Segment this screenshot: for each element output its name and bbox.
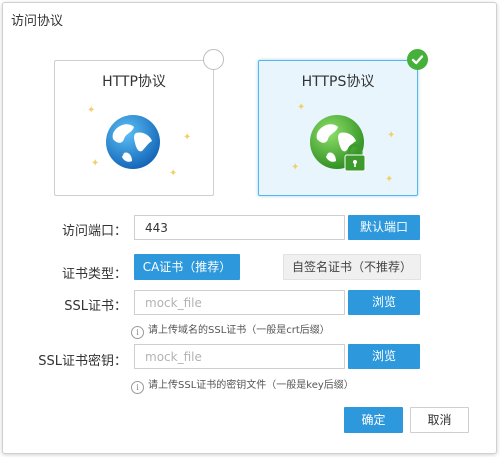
ssl-cert-browse-button[interactable]: 浏览 [348, 290, 420, 315]
http-radio-unchecked-icon[interactable] [203, 49, 224, 70]
default-port-button[interactable]: 默认端口 [348, 215, 420, 240]
port-input[interactable] [134, 215, 345, 240]
sparkle-icon: ✦ [297, 102, 306, 113]
ssl-cert-hint: i 请上传域名的SSL证书（一般是crt后缀） [131, 321, 330, 339]
cancel-button[interactable]: 取消 [410, 407, 469, 433]
sparkle-icon: ✦ [291, 162, 300, 173]
confirm-button[interactable]: 确定 [344, 407, 403, 433]
ssl-key-browse-button[interactable]: 浏览 [348, 344, 420, 369]
https-card-title: HTTPS协议 [301, 74, 375, 90]
ssl-cert-hint-text: 请上传域名的SSL证书（一般是crt后缀） [148, 325, 330, 336]
ssl-cert-label: SSL证书： [64, 299, 127, 314]
sparkle-icon: ✦ [87, 105, 96, 116]
ssl-key-file-input[interactable] [134, 344, 345, 369]
ssl-key-label: SSL证书密钥： [38, 354, 127, 369]
info-icon: i [131, 326, 144, 339]
dialog-title: 访问协议 [11, 14, 64, 29]
http-card-title: HTTP协议 [102, 74, 166, 90]
sparkle-icon: ✦ [387, 130, 396, 141]
http-protocol-card[interactable]: HTTP协议 ✦ ✦ ✦ ✦ [54, 49, 224, 196]
globe-icon [106, 115, 160, 169]
cert-option-self-signed[interactable]: 自签名证书（不推荐） [283, 254, 421, 280]
ssl-cert-file-input[interactable] [134, 290, 345, 315]
secure-globe-icon [310, 115, 366, 172]
https-protocol-card[interactable]: HTTPS协议 ✦ ✦ ✦ ✦ [258, 49, 428, 196]
sparkle-icon: ✦ [169, 168, 178, 179]
sparkle-icon: ✦ [91, 158, 100, 169]
info-icon: i [131, 381, 144, 394]
https-check-icon[interactable] [407, 49, 428, 70]
cert-type-label: 证书类型： [61, 267, 127, 282]
ssl-key-hint: i 请上传SSL证书的密钥文件（一般是key后缀） [131, 376, 354, 394]
cert-option-ca[interactable]: CA证书（推荐） [134, 254, 240, 280]
sparkle-icon: ✦ [183, 132, 192, 143]
ssl-key-hint-text: 请上传SSL证书的密钥文件（一般是key后缀） [148, 380, 354, 391]
sparkle-icon: ✦ [385, 174, 394, 185]
access-protocol-dialog: 访问协议 HTTP协议 ✦ ✦ ✦ ✦ HTTPS协议 ✦ ✦ ✦ ✦ 访问端口… [2, 2, 497, 454]
port-label: 访问端口： [61, 224, 127, 239]
